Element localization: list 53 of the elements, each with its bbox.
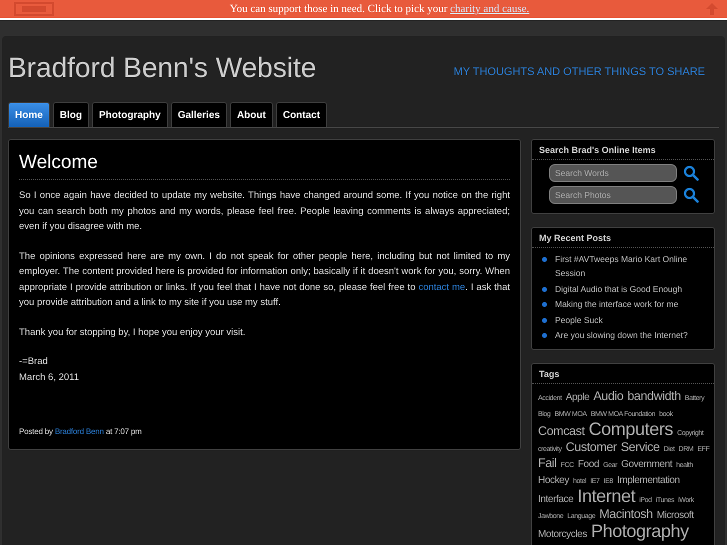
tag-link[interactable]: Fail (538, 456, 557, 470)
tag-link[interactable]: Government (621, 458, 672, 470)
tag-link[interactable]: Audio (593, 388, 624, 402)
bullet-icon (542, 318, 547, 322)
nav-tab[interactable]: Blog (52, 102, 90, 127)
tag-link[interactable]: Motorcycles (538, 528, 587, 540)
recent-post-link[interactable]: People Suck (555, 312, 603, 326)
contact-link[interactable]: contact me (418, 282, 466, 292)
signature-text: March 6, 2011 (19, 370, 80, 384)
tag-link[interactable]: Computers (588, 418, 674, 438)
tag-link[interactable]: Apple (566, 392, 590, 402)
nav-tab[interactable]: About (230, 102, 273, 127)
tag-link[interactable]: Implementation (616, 474, 680, 486)
post-title: Welcome (19, 152, 510, 180)
tag-link[interactable]: Service (620, 440, 660, 454)
tag-link[interactable]: Internet (577, 486, 636, 506)
nav-tab[interactable]: Photography (92, 102, 168, 127)
search-field[interactable]: Search Photos (549, 186, 677, 204)
nav-tab[interactable]: Contact (276, 102, 328, 127)
tag-link[interactable]: Customer (566, 440, 617, 454)
recent-post-link[interactable]: Are you slowing down the Internet? (555, 328, 688, 342)
author-link[interactable]: Bradford Benn (54, 427, 104, 436)
search-icon[interactable] (683, 187, 699, 203)
tag-link[interactable]: Comcast (538, 424, 585, 438)
post-paragraph: The opinions expressed here are my own. I do not speak for other people here, including but not limited to my employer. The content provided here is provided for information only; basically if it doesn't work for you, sorry. When appropriate I provide attribution or links. If you feel that I have not done so, please feel free to contact me. I ask that you provide attribution and a link to my site if you use my stuff. (19, 250, 510, 310)
widget-title: My Recent Posts (532, 228, 714, 248)
bullet-icon (542, 257, 547, 262)
signature-text: -=Brad (19, 355, 49, 369)
tag-link[interactable]: Microsoft (656, 510, 694, 520)
search-field[interactable]: Search Words (549, 164, 677, 182)
post-paragraph: Thank you for stopping by, I hope you enjoy your visit. (19, 326, 246, 340)
tag-link[interactable]: Macintosh (599, 506, 653, 520)
post-paragraph: So I once again have decided to update my website. Things have changed around some. If you notice on the right you can search both my photos and my words, please feel free. People leaving comments is always appreciated; even if you disagree with me. (19, 189, 510, 234)
nav-tab[interactable]: Galleries (170, 102, 227, 127)
nav-tab[interactable]: Home (8, 102, 50, 127)
widget-title: Tags (532, 364, 714, 384)
tag-link[interactable]: Food (578, 458, 600, 470)
tag-link[interactable]: Photography (591, 520, 689, 540)
recent-post-link[interactable]: Making the interface work for me (555, 297, 678, 311)
bullet-icon (542, 302, 547, 307)
site-tagline: MY THOUGHTS AND OTHER THINGS TO SHARE (454, 66, 705, 78)
post-byline: Posted by Bradford Benn at 7:07 pm (19, 427, 142, 436)
site-title[interactable]: Bradford Benn's Website (8, 52, 316, 84)
bullet-icon (542, 333, 547, 338)
recent-post-link[interactable]: First #AVTweeps Mario Kart Online Session (555, 252, 706, 280)
recent-post-link[interactable]: Digital Audio that is Good Enough (555, 282, 682, 296)
tag-link[interactable]: bandwidth (627, 388, 681, 402)
tag-link[interactable]: Interface (538, 494, 574, 504)
widget-title: Search Brad's Online Items (532, 140, 714, 160)
notice-text: You can support those in need. Click to pick your charity and cause. (230, 3, 530, 15)
tag-link[interactable]: Hockey (538, 474, 569, 486)
bullet-icon (542, 286, 547, 292)
search-icon[interactable] (683, 165, 699, 181)
